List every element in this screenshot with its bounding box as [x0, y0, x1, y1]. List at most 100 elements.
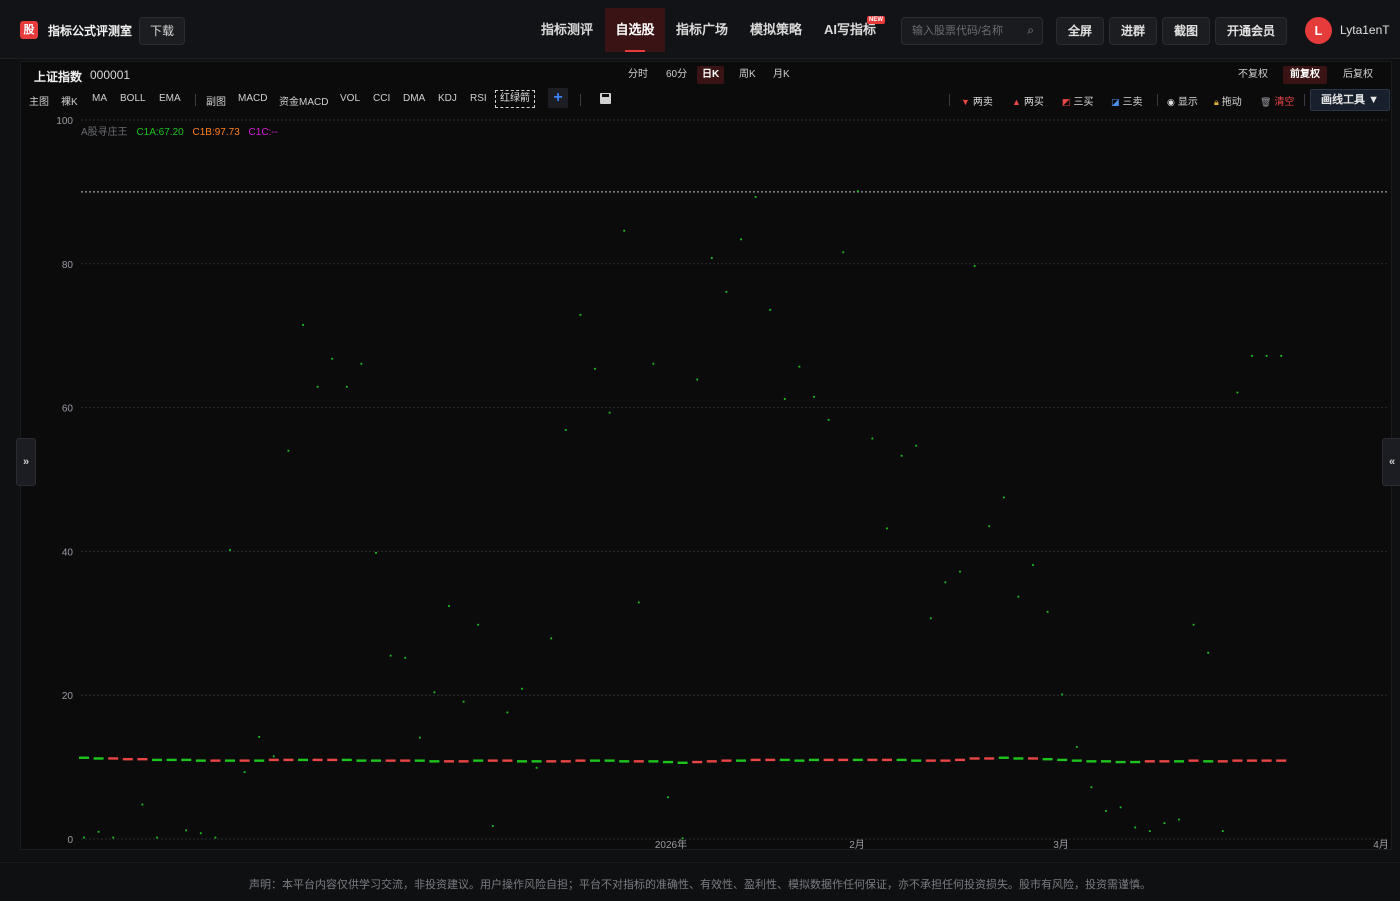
trend-up-icon: ◩ — [1062, 97, 1071, 107]
stock-search-box[interactable]: ⌕ — [901, 17, 1043, 45]
candle-bar — [677, 761, 688, 764]
app-logo[interactable]: 股 — [20, 21, 38, 39]
candle-bar — [560, 760, 571, 763]
nav-ai-write-indicator[interactable]: AI写指标 — [816, 8, 884, 52]
candle-bar — [546, 760, 557, 763]
signal-point — [331, 357, 334, 360]
candle-bar — [181, 758, 192, 762]
signal-point — [214, 836, 217, 839]
download-button[interactable]: 下载 — [139, 17, 185, 45]
indicator-red-green-arrow[interactable]: 红绿箭 — [495, 90, 535, 108]
candle-bar — [137, 757, 148, 761]
expand-right-panel-button[interactable]: « — [1382, 438, 1400, 486]
candle-bar — [1042, 757, 1053, 761]
legend-c1a: C1A:67.20 — [136, 127, 184, 138]
candle-bar — [531, 760, 542, 763]
candle-bar — [239, 759, 250, 762]
period-tab-daily[interactable]: 日K — [697, 66, 725, 84]
user-name[interactable]: Lyta1enT — [1340, 23, 1390, 37]
chart-panel: 上证指数 000001 分时 60分 日K 周K 月K 不复权 前复权 后复权 … — [20, 61, 1392, 850]
candle-bar — [1013, 757, 1024, 760]
candle-bar — [648, 760, 659, 763]
candle-bar — [736, 759, 746, 762]
signal-point — [783, 398, 786, 400]
add-indicator-button[interactable]: + — [548, 88, 568, 108]
indicator-dma[interactable]: DMA — [403, 93, 425, 104]
mark-two-sell-tool[interactable]: ▼ 两卖 — [961, 93, 993, 108]
signal-point — [404, 656, 407, 659]
clear-button[interactable]: 🗑︎ 清空 — [1260, 93, 1294, 108]
candle-bar — [1130, 760, 1141, 764]
save-icon[interactable] — [600, 93, 611, 104]
signal-point — [97, 830, 100, 833]
candle-bar — [108, 757, 119, 760]
signal-point — [1017, 595, 1020, 598]
drawing-tools-dropdown[interactable]: 画线工具 ▼ — [1310, 89, 1390, 111]
candle-bar — [998, 756, 1009, 759]
indicator-vol[interactable]: VOL — [340, 93, 360, 104]
show-toggle[interactable]: ◉ 显示 — [1167, 93, 1198, 108]
show-label: 显示 — [1177, 97, 1198, 108]
screenshot-button[interactable]: 截图 — [1162, 17, 1210, 45]
mark-three-sell-tool[interactable]: ◪ 三卖 — [1111, 93, 1143, 108]
vip-button[interactable]: 开通会员 — [1215, 17, 1287, 45]
indicator-naked-k[interactable]: 裸K — [61, 93, 78, 108]
indicator-ema[interactable]: EMA — [159, 93, 181, 104]
signal-point — [345, 385, 348, 388]
y-tick-label: 20 — [62, 691, 74, 702]
adjust-forward[interactable]: 前复权 — [1283, 66, 1327, 84]
candle-bar — [750, 758, 761, 762]
nav-simulated-strategy[interactable]: 模拟策略 — [742, 8, 810, 52]
candle-bar — [195, 759, 206, 762]
lock-icon: 🔒︎ — [1214, 97, 1219, 107]
candle-bar — [1232, 759, 1243, 762]
indicator-boll[interactable]: BOLL — [120, 93, 146, 104]
signal-point — [1105, 810, 1107, 812]
user-avatar[interactable]: L — [1305, 17, 1332, 44]
indicator-kdj[interactable]: KDJ — [438, 93, 457, 104]
adjust-none[interactable]: 不复权 — [1234, 66, 1272, 84]
eye-icon: ◉ — [1167, 97, 1175, 107]
indicator-chart[interactable]: 100 80 60 40 20 0 2026年 2月 3月 4月 A股寻庄王 C1A:67.20 … — [21, 114, 1391, 849]
candle-bar — [254, 759, 265, 762]
y-tick-label: 0 — [67, 835, 73, 846]
indicator-ma[interactable]: MA — [92, 93, 107, 104]
period-tab-60min[interactable]: 60分 — [661, 66, 692, 84]
nav-indicator-square[interactable]: 指标广场 — [668, 8, 736, 52]
three-buy-label: 三买 — [1073, 97, 1094, 108]
candle-bar — [385, 759, 396, 762]
indicator-fund-macd[interactable]: 资金MACD — [279, 93, 328, 108]
x-tick-label: 4月 — [1373, 839, 1389, 849]
nav-watchlist[interactable]: 自选股 — [605, 8, 665, 52]
indicator-rsi[interactable]: RSI — [470, 93, 487, 104]
x-tick-label: 3月 — [1053, 839, 1069, 849]
adjust-backward[interactable]: 后复权 — [1339, 66, 1377, 84]
drag-toggle[interactable]: 🔒︎ 拖动 — [1214, 93, 1242, 108]
signal-point — [1251, 354, 1253, 357]
mark-three-buy-tool[interactable]: ◩ 三买 — [1062, 93, 1094, 108]
up-triangle-icon: ▲ — [1012, 97, 1021, 107]
legend-c1c: C1C:-- — [248, 127, 278, 138]
join-group-button[interactable]: 进群 — [1109, 17, 1157, 45]
candle-bar — [1101, 760, 1111, 763]
signal-point — [798, 365, 801, 368]
chart-canvas[interactable]: 100 80 60 40 20 0 2026年 2月 3月 4月 — [21, 114, 1391, 849]
signal-point — [433, 691, 436, 694]
search-icon[interactable]: ⌕ — [1027, 23, 1034, 38]
period-tab-weekly[interactable]: 周K — [734, 66, 761, 84]
signal-point — [1061, 693, 1064, 696]
indicator-macd[interactable]: MACD — [238, 93, 267, 104]
stock-search-input[interactable] — [902, 18, 1022, 44]
period-tab-monthly[interactable]: 月K — [768, 66, 795, 84]
signal-point — [185, 829, 188, 832]
nav-indicator-review[interactable]: 指标测评 — [533, 8, 601, 52]
brand-title[interactable]: 指标公式评测室 — [48, 22, 132, 39]
fullscreen-button[interactable]: 全屏 — [1056, 17, 1104, 45]
trend-down-icon: ◪ — [1111, 97, 1120, 107]
mark-two-buy-tool[interactable]: ▲ 两买 — [1012, 93, 1044, 108]
indicator-cci[interactable]: CCI — [373, 93, 390, 104]
signal-point — [900, 454, 903, 457]
period-tab-intraday[interactable]: 分时 — [623, 66, 653, 84]
signal-point — [740, 238, 742, 241]
expand-left-panel-button[interactable]: » — [16, 438, 36, 486]
